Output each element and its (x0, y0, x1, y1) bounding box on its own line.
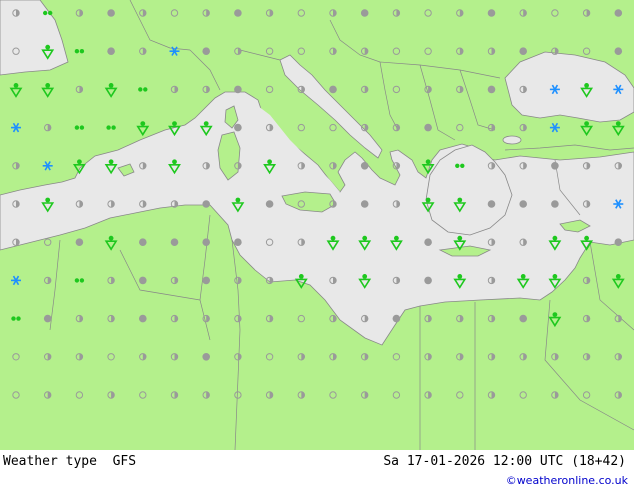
cloudy-icon (614, 238, 623, 246)
cloudy-icon (360, 200, 369, 208)
credit-link[interactable]: ©weatheronline.co.uk (506, 474, 628, 487)
cloudy-icon (202, 47, 210, 55)
cloudy-icon (424, 238, 432, 246)
cloudy-icon (107, 47, 115, 55)
cloudy-icon (519, 47, 527, 55)
cloudy-icon (202, 353, 210, 361)
cloudy-icon (551, 200, 559, 208)
cloudy-icon (360, 162, 369, 170)
cloudy-icon (75, 238, 84, 246)
cloudy-icon (139, 238, 147, 246)
forecast-datetime: Sa 17-01-2026 12:00 UTC (18+42) (383, 454, 626, 469)
cloudy-icon (139, 314, 147, 323)
cloudy-icon (202, 200, 210, 208)
cloudy-icon (329, 85, 337, 94)
cloudy-icon (234, 9, 242, 17)
cloudy-icon (202, 238, 210, 246)
cloudy-icon (487, 9, 496, 17)
cloudy-icon (107, 9, 115, 17)
cloudy-icon (202, 276, 210, 285)
cloudy-icon (551, 162, 559, 170)
cloudy-icon (360, 9, 369, 17)
map-canvas (0, 0, 634, 450)
cloudy-icon (424, 123, 432, 132)
weather-map (0, 0, 634, 450)
cloudy-icon (614, 9, 623, 17)
cloudy-icon (424, 276, 432, 285)
sea-of-marmara (502, 135, 522, 145)
footer-bar: Weather type GFS Sa 17-01-2026 12:00 UTC… (0, 450, 634, 490)
cloudy-icon (392, 314, 401, 323)
cloudy-icon (234, 123, 242, 132)
cloudy-icon (139, 276, 147, 285)
cloudy-icon (170, 238, 179, 246)
cloudy-icon (614, 47, 623, 55)
cloudy-icon (519, 200, 527, 208)
cloudy-icon (234, 85, 242, 94)
cloudy-icon (487, 85, 496, 94)
cloudy-icon (265, 200, 274, 208)
cloudy-icon (43, 314, 52, 323)
cloudy-icon (487, 200, 496, 208)
cloudy-icon (519, 314, 527, 323)
product-label: Weather type GFS (3, 454, 137, 469)
cloudy-icon (234, 238, 242, 246)
